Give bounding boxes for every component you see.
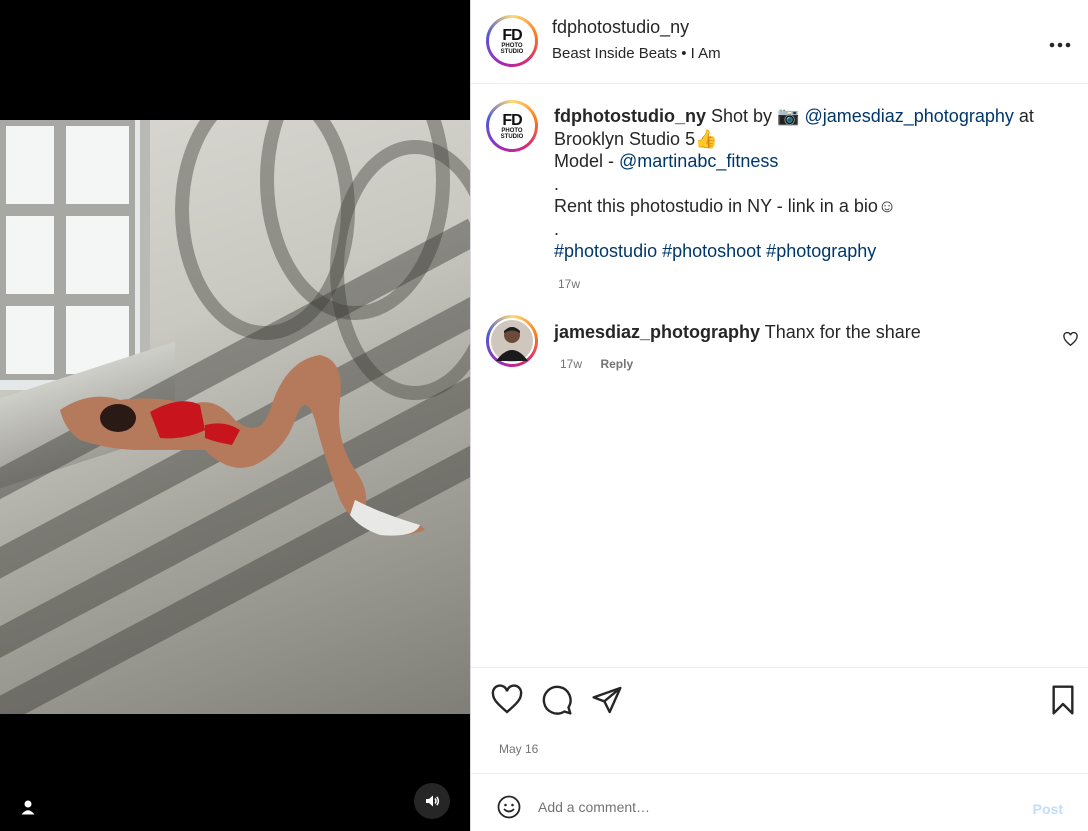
avatar[interactable]: FD PHOTO STUDIO <box>486 15 538 67</box>
caption-separator: . <box>554 218 560 239</box>
heart-icon <box>1063 331 1078 347</box>
heart-icon <box>491 684 523 714</box>
post-actions: May 16 <box>471 667 1088 774</box>
caption-avatar[interactable]: FD PHOTO STUDIO <box>486 100 538 152</box>
save-button[interactable] <box>1047 684 1079 716</box>
mention-link[interactable]: @jamesdiaz_photography <box>804 106 1013 126</box>
tagged-users-button[interactable] <box>10 789 46 825</box>
post-details-panel: FD PHOTO STUDIO fdphotostudio_ny Beast I… <box>470 0 1088 831</box>
post-photo <box>0 120 470 714</box>
post-date[interactable]: May 16 <box>499 742 538 756</box>
header-username[interactable]: fdphotostudio_ny <box>552 17 689 38</box>
comment-like-button[interactable] <box>1063 331 1078 351</box>
add-comment-bar: Add a comment… Post <box>471 775 1088 831</box>
post-media[interactable] <box>0 0 470 831</box>
studio-logo: FD PHOTO STUDIO <box>489 18 535 64</box>
caption-separator: . <box>554 173 560 194</box>
caption-line: Model - @martinabc_fitness <box>554 151 779 171</box>
caption-line: Rent this photostudio in NY - link in a … <box>554 196 897 216</box>
comment-age[interactable]: 17w <box>560 357 582 371</box>
comment-icon <box>542 685 572 715</box>
caption-username[interactable]: fdphotostudio_ny <box>554 106 706 126</box>
bookmark-icon <box>1052 685 1074 715</box>
post-comment-button[interactable]: Post <box>1033 801 1063 817</box>
emoji-button[interactable] <box>497 795 521 824</box>
caption-age[interactable]: 17w <box>558 273 1034 296</box>
audio-track[interactable]: Beast Inside Beats • I Am <box>552 45 721 62</box>
model-figure <box>60 355 425 536</box>
post-dialog: FD PHOTO STUDIO fdphotostudio_ny Beast I… <box>0 0 1088 831</box>
comment-username[interactable]: jamesdiaz_photography <box>554 322 760 342</box>
comment-button[interactable] <box>541 684 573 716</box>
mention-link[interactable]: @martinabc_fitness <box>619 151 778 171</box>
studio-logo: FD PHOTO STUDIO <box>489 103 535 149</box>
comment-input[interactable]: Add a comment… <box>538 799 650 815</box>
hashtags[interactable]: #photostudio #photoshoot #photography <box>554 240 1034 263</box>
more-options-button[interactable] <box>1049 28 1071 54</box>
person-icon <box>496 327 528 361</box>
comment-text: Thanx for the share <box>760 322 921 342</box>
post-header: FD PHOTO STUDIO fdphotostudio_ny Beast I… <box>471 0 1088 84</box>
commenter-photo <box>489 318 535 364</box>
reply-button[interactable]: Reply <box>600 357 633 371</box>
speaker-icon <box>426 795 440 807</box>
share-icon <box>592 686 622 714</box>
comment-item: jamesdiaz_photography Thanx for the shar… <box>554 321 1034 373</box>
user-icon <box>21 800 35 815</box>
like-button[interactable] <box>491 684 523 716</box>
caption-line: fdphotostudio_ny Shot by 📷 @jamesdiaz_ph… <box>554 106 1034 149</box>
post-caption: fdphotostudio_ny Shot by 📷 @jamesdiaz_ph… <box>554 105 1034 295</box>
more-icon <box>1049 42 1071 48</box>
share-button[interactable] <box>591 684 623 716</box>
comment-avatar[interactable] <box>486 315 538 367</box>
audio-toggle-button[interactable] <box>414 783 450 819</box>
emoji-icon <box>497 795 521 819</box>
